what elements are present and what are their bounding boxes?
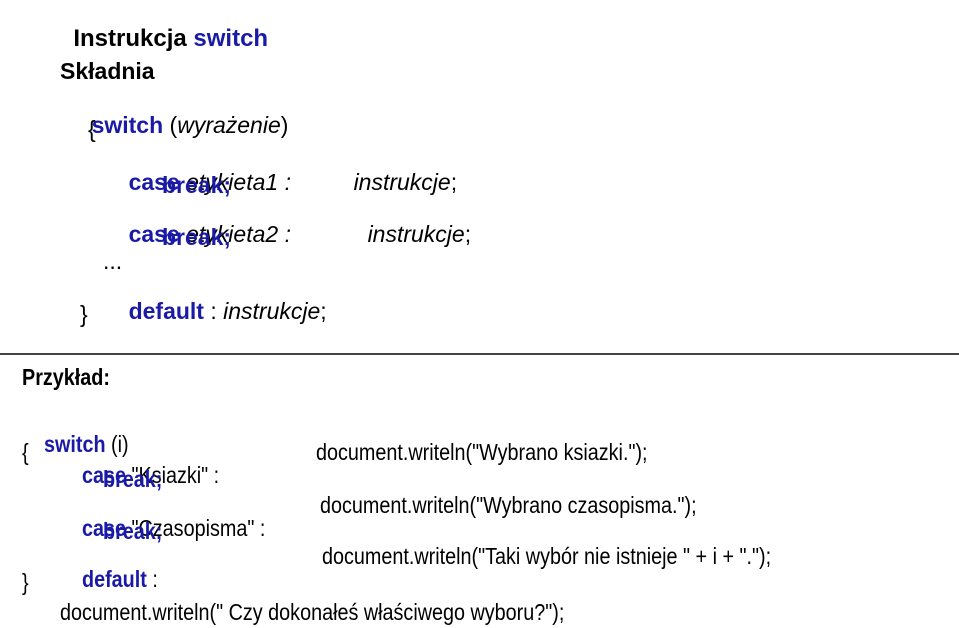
switch-keyword: switch bbox=[91, 112, 164, 138]
syntax-close-brace: } bbox=[80, 301, 88, 327]
section-divider bbox=[0, 353, 959, 355]
instruction-placeholder: instrukcje bbox=[223, 298, 321, 324]
semicolon: ; bbox=[450, 169, 458, 195]
example-heading: Przykład: bbox=[22, 364, 110, 390]
title-keyword: switch bbox=[193, 25, 269, 52]
syntax-default-line: default : instrukcje; bbox=[103, 277, 327, 346]
example-final-statement: document.writeln(" Czy dokonałeś właściw… bbox=[60, 599, 565, 625]
syntax-ellipsis: ... bbox=[103, 248, 123, 274]
instruction-placeholder: instrukcje bbox=[353, 169, 451, 195]
semicolon: ; bbox=[320, 298, 327, 324]
default-colon: : bbox=[146, 566, 158, 592]
semicolon: ; bbox=[464, 221, 472, 247]
example-case1-statement: document.writeln("Wybrano ksiazki."); bbox=[316, 439, 648, 465]
title-text: Instrukcja bbox=[73, 25, 194, 52]
syntax-heading: Składnia bbox=[60, 58, 155, 84]
example-close-brace: } bbox=[22, 569, 29, 595]
page-title: Instrukcja switch bbox=[60, 3, 268, 51]
example-default-statement: document.writeln("Taki wybór nie istniej… bbox=[322, 543, 772, 569]
default-keyword: default bbox=[128, 298, 204, 324]
paren-open: ( bbox=[163, 112, 178, 138]
default-keyword: default bbox=[81, 566, 147, 592]
example-case2-statement: document.writeln("Wybrano czasopisma."); bbox=[320, 492, 697, 518]
paren-close: ) bbox=[280, 112, 289, 138]
syntax-break-2: break; bbox=[162, 224, 232, 250]
expression-placeholder: wyrażenie bbox=[177, 112, 281, 138]
instruction-placeholder: instrukcje bbox=[367, 221, 465, 247]
example-open-brace: { bbox=[22, 439, 29, 465]
default-colon: : bbox=[203, 298, 224, 324]
example-break-2: break; bbox=[103, 518, 163, 544]
example-break-1: break; bbox=[103, 466, 163, 492]
syntax-open-brace: { bbox=[88, 116, 96, 142]
syntax-case2-instr: instrukcje; bbox=[342, 200, 472, 269]
syntax-break-1: break; bbox=[162, 172, 232, 198]
